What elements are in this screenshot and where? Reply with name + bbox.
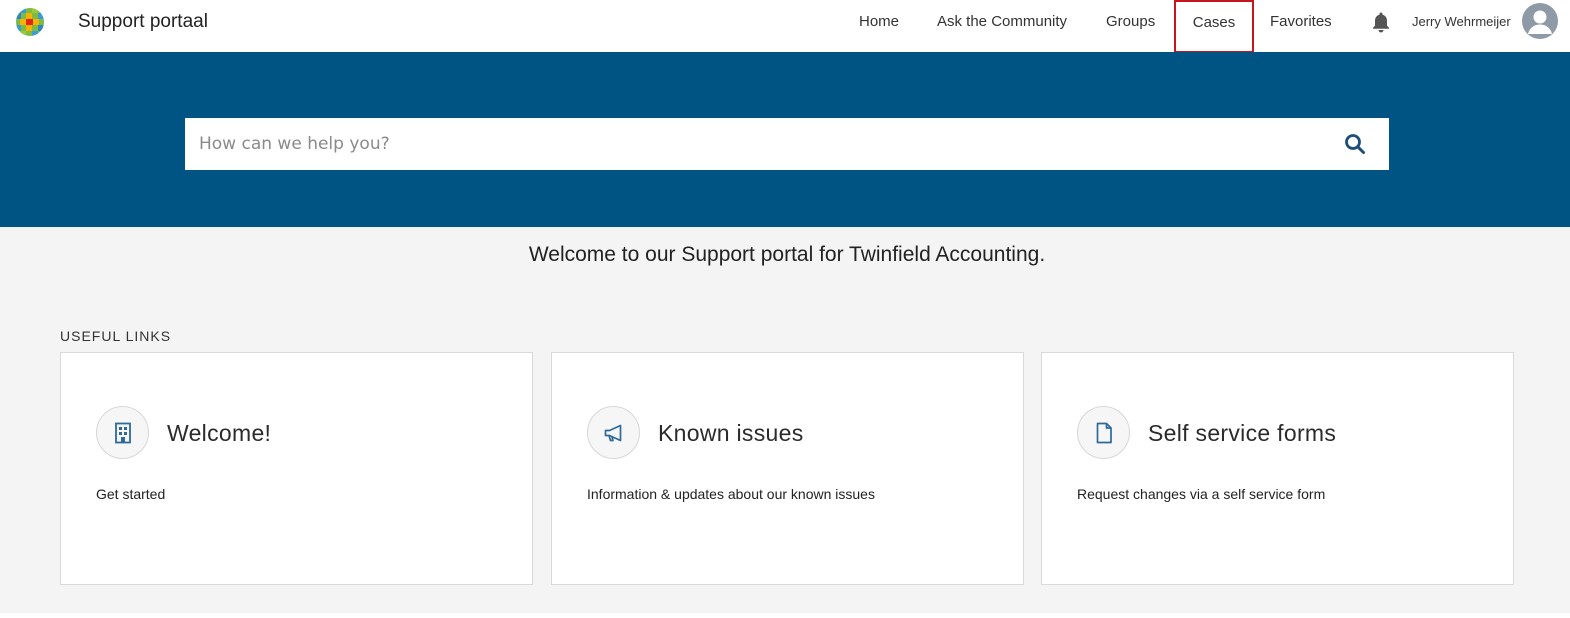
nav-home[interactable]: Home bbox=[859, 0, 899, 52]
useful-links-heading: USEFUL LINKS bbox=[60, 328, 172, 344]
top-header: Support portaal Home Ask the Community G… bbox=[0, 0, 1570, 53]
welcome-heading: Welcome to our Support portal for Twinfi… bbox=[528, 243, 1046, 266]
card-description: Information & updates about our known is… bbox=[587, 486, 875, 502]
building-icon bbox=[96, 406, 149, 459]
page-bottom-strip bbox=[0, 613, 1570, 618]
user-name[interactable]: Jerry Wehrmeijer bbox=[1412, 0, 1511, 43]
nav-favorites[interactable]: Favorites bbox=[1270, 0, 1332, 52]
nav-groups[interactable]: Groups bbox=[1106, 0, 1155, 52]
user-avatar-icon[interactable] bbox=[1522, 3, 1558, 39]
card-title: Known issues bbox=[658, 420, 804, 446]
card-description: Get started bbox=[96, 486, 166, 502]
megaphone-icon bbox=[587, 406, 640, 459]
portal-title[interactable]: Support portaal bbox=[78, 11, 208, 33]
search-box bbox=[185, 118, 1389, 170]
main-content: Welcome to our Support portal for Twinfi… bbox=[0, 227, 1570, 613]
search-input[interactable] bbox=[185, 118, 1325, 170]
card-self-service-forms[interactable]: Self service forms Request changes via a… bbox=[1041, 352, 1514, 585]
search-icon[interactable] bbox=[1343, 132, 1367, 156]
card-welcome[interactable]: Welcome! Get started bbox=[60, 352, 533, 585]
nav-ask-the-community[interactable]: Ask the Community bbox=[937, 0, 1067, 52]
search-hero-banner bbox=[0, 52, 1570, 227]
notification-bell-icon[interactable] bbox=[1369, 10, 1393, 34]
nav-cases[interactable]: Cases bbox=[1174, 0, 1254, 53]
document-icon bbox=[1077, 406, 1130, 459]
card-description: Request changes via a self service form bbox=[1077, 486, 1326, 502]
company-logo[interactable] bbox=[15, 7, 45, 37]
card-title: Self service forms bbox=[1148, 420, 1337, 446]
card-known-issues[interactable]: Known issues Information & updates about… bbox=[551, 352, 1024, 585]
card-title: Welcome! bbox=[167, 420, 272, 446]
